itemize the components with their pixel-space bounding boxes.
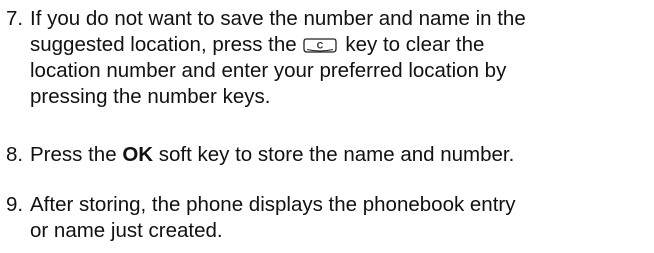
step-line: location number and enter your preferred… bbox=[30, 59, 507, 82]
step-line: After storing, the phone displays the ph… bbox=[30, 193, 516, 216]
step-number: 7. bbox=[6, 7, 24, 30]
step-text: Press the OK soft key to store the name … bbox=[30, 142, 652, 168]
step-text: If you do not want to save the number an… bbox=[30, 6, 652, 110]
step-line: or name just created. bbox=[30, 219, 223, 242]
c-key-icon: C bbox=[303, 38, 337, 53]
step-line: suggested location, press the C key to cl… bbox=[30, 32, 652, 58]
step-text-fragment: suggested location, press the bbox=[30, 33, 297, 56]
step-line: Press the OK soft key to store the name … bbox=[30, 142, 652, 168]
step-number: 8. bbox=[6, 143, 24, 166]
step-line: If you do not want to save the number an… bbox=[30, 7, 526, 30]
key-letter: C bbox=[316, 41, 323, 51]
ok-soft-key-label: OK bbox=[122, 143, 154, 166]
step-number: 9. bbox=[6, 193, 24, 216]
step-text-fragment: Press the bbox=[30, 143, 117, 166]
step-text-fragment: key to clear the bbox=[345, 33, 485, 56]
step-text-fragment: soft key to store the name and number. bbox=[158, 143, 515, 166]
step-line: pressing the number keys. bbox=[30, 85, 271, 108]
step-text: After storing, the phone displays the ph… bbox=[30, 192, 652, 244]
